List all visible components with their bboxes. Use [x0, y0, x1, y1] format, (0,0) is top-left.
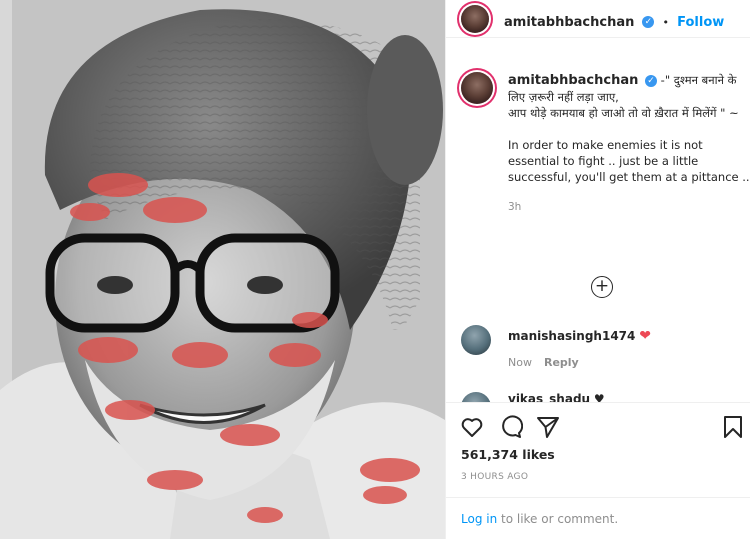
heart-outline-icon[interactable] — [460, 415, 484, 439]
caption-timestamp[interactable]: 3h — [508, 199, 750, 215]
plus-circle-icon[interactable]: + — [591, 276, 613, 298]
like-count[interactable]: 561,374 likes — [461, 447, 555, 462]
commenter-avatar[interactable] — [461, 392, 491, 402]
action-bar: 561,374 likes 3 HOURS AGO — [446, 402, 750, 492]
commenter-avatar[interactable] — [461, 325, 491, 355]
login-text: Log in to like or comment. — [461, 512, 618, 526]
comment-meta: Now Reply — [508, 356, 579, 369]
profile-avatar[interactable] — [461, 5, 489, 33]
heart-emoji-icon: ❤ — [639, 328, 651, 344]
comment-row: vikas_shadu ♥ — [508, 392, 605, 402]
login-prompt: Log in to like or comment. — [446, 497, 750, 539]
comment-username[interactable]: vikas_shadu — [508, 392, 590, 402]
separator-dot: • — [662, 16, 670, 29]
comment-row: manishasingh1474 ❤ — [508, 328, 651, 344]
login-link[interactable]: Log in — [461, 512, 497, 526]
portrait-illustration — [0, 0, 445, 539]
bookmark-icon[interactable] — [722, 415, 744, 439]
post-sidebar: amitabhbachchan ✓ • Follow amitabhbachch… — [445, 0, 750, 539]
login-rest: to like or comment. — [497, 512, 619, 526]
caption-body: amitabhbachchan ✓ -" दुश्मन बनाने के लिए… — [508, 72, 750, 215]
follow-button[interactable]: Follow — [677, 15, 724, 30]
caption-hindi-line2: आप थोड़े कामयाब हो जाओ तो वो ख़ैरात में … — [508, 106, 739, 120]
caption-english: In order to make enemies it is not essen… — [508, 138, 750, 184]
header-row: amitabhbachchan ✓ • Follow — [504, 11, 724, 30]
heart-emoji-icon: ♥ — [593, 392, 605, 402]
verified-badge-icon: ✓ — [642, 15, 655, 28]
post-header: amitabhbachchan ✓ • Follow — [446, 0, 750, 38]
comment-item: vikas_shadu ♥ — [461, 390, 746, 402]
paper-plane-icon[interactable] — [536, 415, 560, 439]
caption-username[interactable]: amitabhbachchan — [508, 73, 638, 88]
comment-time[interactable]: Now — [508, 356, 532, 369]
comment-username[interactable]: manishasingh1474 — [508, 329, 635, 343]
post-image[interactable] — [0, 0, 445, 539]
reply-button[interactable]: Reply — [544, 356, 579, 369]
caption-avatar[interactable] — [461, 72, 493, 104]
speech-bubble-icon[interactable] — [499, 415, 523, 439]
header-username[interactable]: amitabhbachchan — [504, 15, 634, 30]
verified-badge-icon: ✓ — [645, 74, 658, 87]
post-date[interactable]: 3 HOURS AGO — [461, 472, 528, 482]
